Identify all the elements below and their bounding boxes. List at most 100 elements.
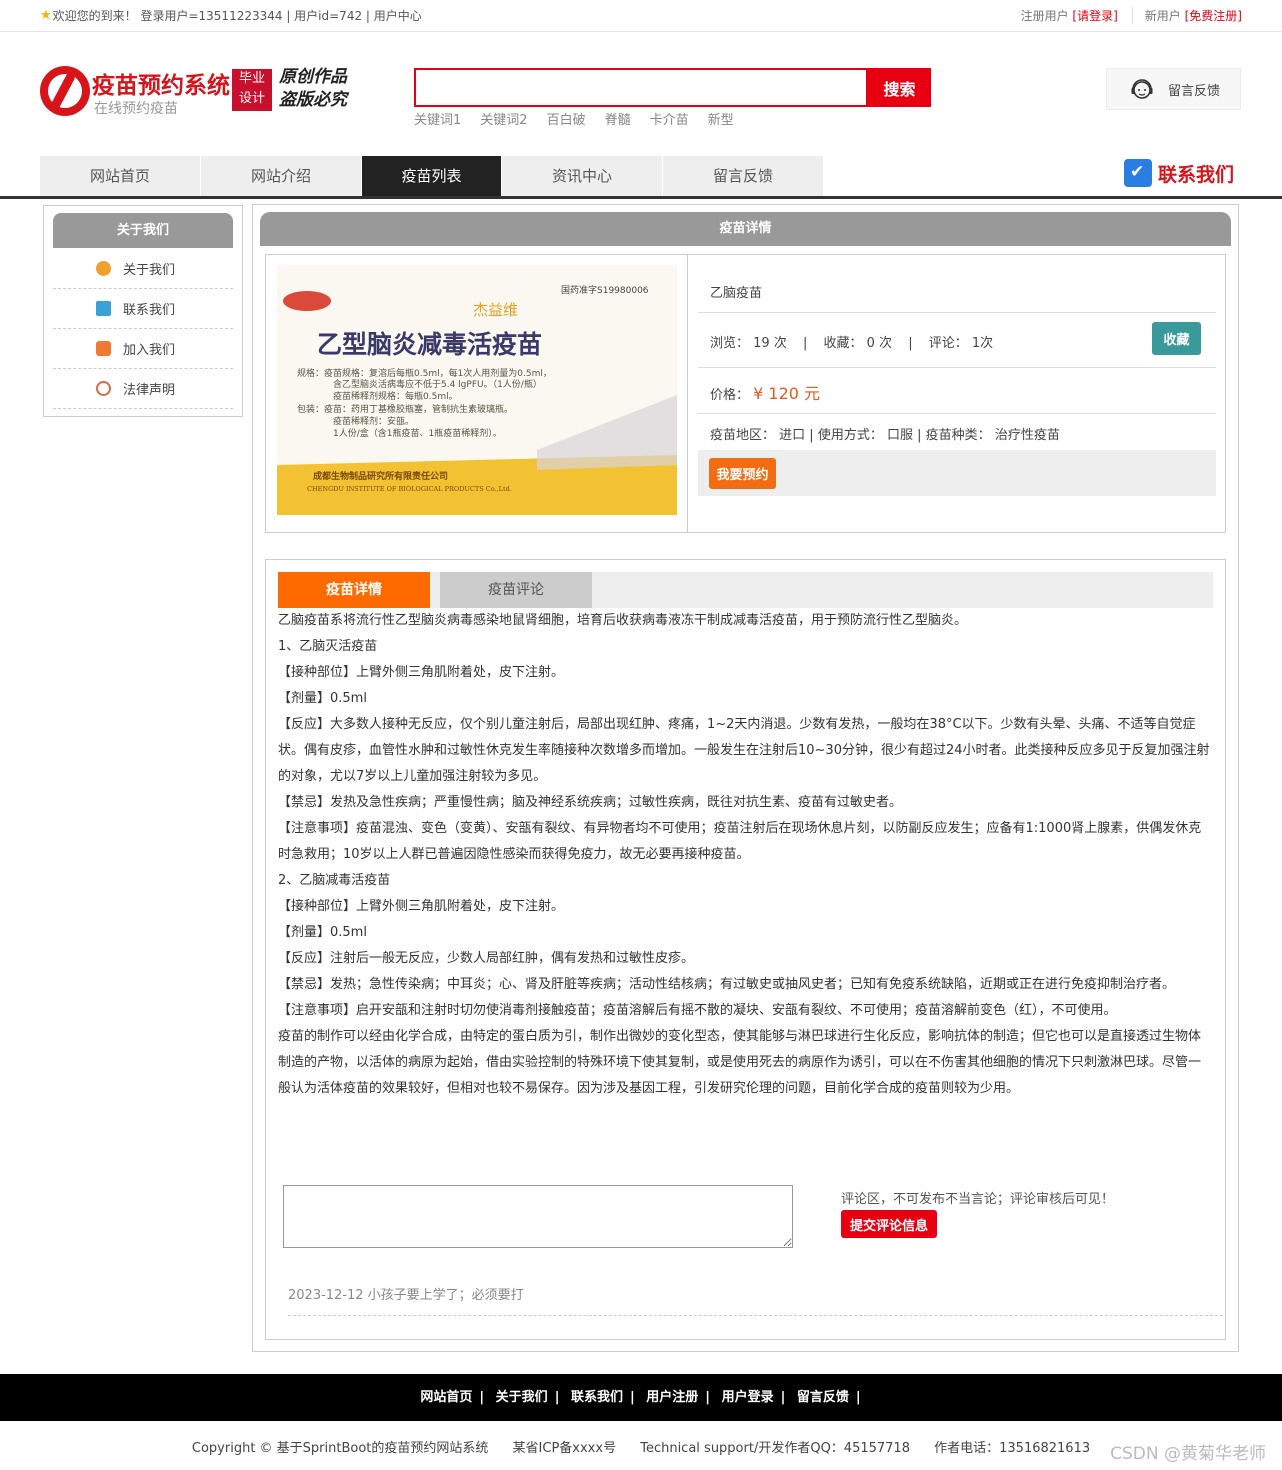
lock-icon (96, 341, 111, 356)
sidebar-item-join[interactable]: 加入我们 (53, 329, 233, 369)
keyword-link[interactable]: 关键词2 (480, 109, 527, 128)
footer-link-feedback[interactable]: 留言反馈 (797, 1390, 849, 1405)
keyword-link[interactable]: 关键词1 (414, 109, 461, 128)
description-paragraph: 1、乙脑灭活疫苗 (278, 639, 378, 654)
sidebar-title: 关于我们 (53, 213, 233, 248)
description-paragraph: 【反应】注射后一般无反应，少数人局部红肿，偶有发热和过敏性皮疹。 (278, 951, 695, 966)
views-label: 浏览： (710, 336, 750, 351)
support-text: Technical support/开发作者QQ：45157718 (640, 1441, 910, 1456)
registered-user-label: 注册用户 (1020, 9, 1069, 23)
keyword-link[interactable]: 新型 (708, 109, 734, 128)
type-label: 疫苗种类： (925, 428, 991, 443)
favorites-label: 收藏： (823, 336, 863, 351)
footer-link-about[interactable]: 关于我们 (496, 1390, 548, 1405)
contact-us-link[interactable]: 联系我们 (1124, 159, 1234, 187)
product-box: 杰益维 国药准字S19980006 乙型脑炎减毒活疫苗 规格：疫苗规格：复溶后每… (265, 254, 1226, 533)
favorites-count: 0 次 (866, 336, 893, 351)
copyright-bar: Copyright © 基于SprintBoot的疫苗预约网站系统 某省ICP备… (0, 1437, 1282, 1456)
description-paragraph: 【注意事项】启开安瓿和注射时切勿使消毒剂接触疫苗；疫苗溶解后有摇不散的凝块、安瓿… (278, 1003, 1117, 1018)
sidebar-item-about[interactable]: 关于我们 (53, 249, 233, 289)
account-links: 注册用户 [请登录] 新用户 [免费注册] (1021, 7, 1242, 24)
contact-us-label: 联系我们 (1158, 163, 1235, 186)
comment-textarea[interactable] (283, 1185, 793, 1248)
slogan-line-1: 原创作品 (279, 67, 347, 87)
hot-keywords: 关键词1 关键词2 百白破 脊髓 卡介苗 新型 (414, 109, 753, 128)
footer-link-register[interactable]: 用户注册 (646, 1390, 698, 1405)
footer-link-contact[interactable]: 联系我们 (571, 1390, 623, 1405)
description-paragraph: 【剂量】0.5ml (278, 925, 367, 940)
image-text-line: 1人份/盒（含1瓶疫苗、1瓶疫苗稀释剂）。 (333, 427, 502, 439)
footer-link-login[interactable]: 用户登录 (722, 1390, 774, 1405)
nav-feedback[interactable]: 留言反馈 (663, 156, 824, 196)
tab-vaccine-details[interactable]: 疫苗详情 (278, 572, 430, 608)
favorite-button[interactable]: 收藏 (1152, 322, 1201, 355)
product-divider (687, 255, 688, 532)
usage-label: 使用方式： (817, 428, 883, 443)
site-logo-icon[interactable] (40, 66, 90, 116)
order-bar: 我要预约 (698, 450, 1216, 496)
type-value: 治疗性疫苗 (994, 428, 1060, 443)
usage-value: 口服 (886, 428, 913, 443)
product-stats: 浏览： 19 次 | 收藏： 0 次 | 评论： 1次 (710, 336, 994, 351)
divider (698, 413, 1216, 414)
region-value: 进口 (779, 428, 806, 443)
new-user-label: 新用户 (1144, 9, 1181, 23)
register-group: 新用户 [免费注册] (1131, 7, 1242, 24)
nav-vaccine-list[interactable]: 疫苗列表 (362, 156, 502, 196)
price-row: 价格： ¥ 120 元 (710, 380, 820, 404)
description-paragraph: 【反应】大多数人接种无反应，仅个别儿童注射后，局部出现红肿、疼痛，1~2天内消退… (278, 717, 1210, 784)
sidebar-item-label: 加入我们 (123, 343, 176, 358)
description-paragraph: 【剂量】0.5ml (278, 691, 367, 706)
star-icon: ★ (40, 8, 52, 23)
image-text-line: 规格：疫苗规格：复溶后每瓶0.5ml，每1次人用剂量为0.5ml， (297, 367, 552, 379)
description-paragraph: 疫苗的制作可以经由化学合成，由特定的蛋白质为引，制作出微妙的变化型态，使其能够与… (278, 1029, 1202, 1096)
book-button[interactable]: 我要预约 (709, 458, 776, 489)
tab-vaccine-comments[interactable]: 疫苗评论 (440, 572, 592, 608)
vaccine-description: 乙脑疫苗系将流行性乙型脑炎病毒感染地鼠肾细胞，培育后收获病毒液冻干制成减毒活疫苗… (278, 608, 1213, 1102)
sidebar-item-legal[interactable]: 法律声明 (53, 369, 233, 409)
description-paragraph: 【注意事项】疫苗混浊、变色（变黄）、安瓿有裂纹、有异物者均不可使用；疫苗注射后在… (278, 821, 1202, 862)
image-text-line: 疫苗稀释剂：安瓿。 (333, 415, 414, 427)
search-input[interactable] (416, 70, 866, 105)
welcome-text: 欢迎您的到来！ 登录用户=13511223344 | 用户id=742 | 用户… (52, 9, 422, 23)
description-paragraph: 【接种部位】上臂外侧三角肌附着处，皮下注射。 (278, 899, 565, 914)
feedback-button[interactable]: 留言反馈 (1106, 68, 1241, 110)
company-text: 成都生物制品研究所有限责任公司 (313, 470, 448, 482)
nav-home[interactable]: 网站首页 (40, 156, 201, 196)
region-label: 疫苗地区： (710, 428, 776, 443)
nav-divider (0, 196, 1282, 199)
image-text-line: 含乙型脑炎活病毒应不低于5.4 lgPFU。（1人份/瓶） (333, 378, 542, 390)
product-name: 乙脑疫苗 (710, 286, 763, 301)
badge-line-1: 毕业 (238, 71, 265, 86)
product-image: 杰益维 国药准字S19980006 乙型脑炎减毒活疫苗 规格：疫苗规格：复溶后每… (277, 265, 677, 515)
nav-news[interactable]: 资讯中心 (502, 156, 663, 196)
description-paragraph: 2、乙脑减毒活疫苗 (278, 873, 391, 888)
submit-comment-button[interactable]: 提交评论信息 (841, 1210, 937, 1238)
description-paragraph: 乙脑疫苗系将流行性乙型脑炎病毒感染地鼠肾细胞，培育后收获病毒液冻干制成减毒活疫苗… (278, 613, 968, 628)
comment-divider (288, 1315, 1223, 1316)
nav-about-site[interactable]: 网站介绍 (201, 156, 362, 196)
slogan-line-2: 盗版必究 (279, 90, 347, 110)
detail-box: 疫苗详情 疫苗评论 乙脑疫苗系将流行性乙型脑炎病毒感染地鼠肾细胞，培育后收获病毒… (265, 559, 1226, 1340)
search-box (414, 68, 868, 107)
keyword-link[interactable]: 脊髓 (605, 109, 631, 128)
comments-label: 评论： (928, 336, 968, 351)
image-text-line: 疫苗稀释剂规格：每瓶0.5ml。 (333, 390, 458, 402)
keyword-link[interactable]: 卡介苗 (650, 109, 689, 128)
keyword-link[interactable]: 百白破 (547, 109, 586, 128)
feedback-label: 留言反馈 (1168, 83, 1221, 99)
description-paragraph: 【禁忌】发热；急性传染病；中耳炎；心、肾及肝脏等疾病；活动性结核病；有过敏史或抽… (278, 977, 1176, 992)
search-button[interactable]: 搜索 (868, 68, 931, 107)
footer-nav: 网站首页 | 关于我们 | 联系我们 | 用户注册 | 用户登录 | 留言反馈 | (0, 1374, 1282, 1421)
sidebar-item-label: 法律声明 (123, 383, 176, 398)
sidebar-item-label: 关于我们 (123, 263, 176, 278)
watermark: CSDN @黄菊华老师 (1110, 1444, 1266, 1464)
brand-text: 杰益维 (473, 301, 518, 319)
register-link[interactable]: [免费注册] (1185, 9, 1242, 23)
sidebar-item-contact[interactable]: 联系我们 (53, 289, 233, 329)
views-count: 19 次 (753, 336, 787, 351)
login-group: 注册用户 [请登录] (1021, 7, 1118, 24)
login-link[interactable]: [请登录] (1072, 9, 1117, 23)
footer-link-home[interactable]: 网站首页 (420, 1390, 472, 1405)
vaccine-box-name: 乙型脑炎减毒活疫苗 (317, 330, 542, 359)
